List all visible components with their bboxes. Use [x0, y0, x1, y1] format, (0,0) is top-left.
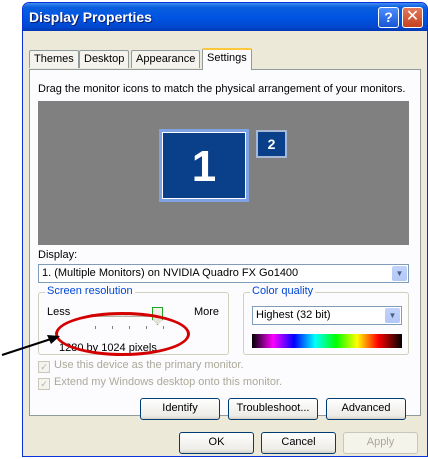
primary-monitor-checkbox-row[interactable]: ✓ Use this device as the primary monitor. [38, 359, 244, 373]
extend-desktop-checkbox-row[interactable]: ✓ Extend my Windows desktop onto this mon… [38, 376, 282, 390]
color-quality-select[interactable]: Highest (32 bit) ▼ [252, 306, 402, 325]
color-spectrum-bar [252, 334, 402, 348]
display-select-value: 1. (Multiple Monitors) on NVIDIA Quadro … [42, 267, 299, 279]
tab-desktop[interactable]: Desktop [79, 50, 130, 68]
color-quality-value: Highest (32 bit) [256, 309, 331, 321]
display-properties-window: Display Properties ? ✕ Themes Desktop Ap… [22, 2, 428, 457]
chevron-down-icon[interactable]: ▼ [385, 308, 400, 323]
monitor-1-icon[interactable]: 1 [159, 129, 249, 202]
tab-appearance[interactable]: Appearance [131, 50, 201, 68]
color-quality-legend: Color quality [250, 285, 316, 297]
monitor-2-icon[interactable]: 2 [256, 130, 287, 158]
screen-resolution-group: Screen resolution Less More 1280 by 1024… [38, 285, 229, 355]
extend-desktop-label: Extend my Windows desktop onto this moni… [54, 376, 283, 388]
monitor-arrangement-area[interactable]: 1 2 [38, 101, 409, 245]
resolution-value: 1280 by 1024 pixels [59, 342, 157, 354]
extend-desktop-checkbox[interactable]: ✓ [38, 378, 50, 390]
advanced-button[interactable]: Advanced [326, 398, 406, 420]
slider-ticks [95, 326, 165, 329]
chevron-down-icon[interactable]: ▼ [392, 266, 407, 281]
settings-panel: Drag the monitor icons to match the phys… [29, 69, 421, 420]
help-button[interactable]: ? [378, 7, 399, 28]
screen-resolution-legend: Screen resolution [45, 285, 135, 297]
cancel-button[interactable]: Cancel [261, 432, 336, 454]
resolution-slider-thumb[interactable] [152, 307, 163, 325]
tab-settings[interactable]: Settings [202, 48, 252, 70]
resolution-slider-track[interactable] [91, 314, 161, 317]
window-title: Display Properties [29, 9, 152, 25]
display-label: Display: [38, 249, 78, 261]
close-button[interactable]: ✕ [402, 7, 423, 28]
instruction-text: Drag the monitor icons to match the phys… [38, 83, 406, 95]
title-bar[interactable]: Display Properties ? ✕ [23, 3, 427, 31]
primary-monitor-checkbox[interactable]: ✓ [38, 361, 50, 373]
monitor-1-label: 1 [162, 132, 246, 199]
more-label: More [193, 306, 219, 318]
ok-button[interactable]: OK [179, 432, 254, 454]
less-label: Less [47, 306, 71, 318]
tab-themes[interactable]: Themes [29, 50, 79, 68]
apply-button[interactable]: Apply [343, 432, 418, 454]
identify-button[interactable]: Identify [140, 398, 220, 420]
display-select[interactable]: 1. (Multiple Monitors) on NVIDIA Quadro … [38, 264, 409, 283]
color-quality-group: Color quality Highest (32 bit) ▼ [243, 285, 409, 355]
troubleshoot-button[interactable]: Troubleshoot... [228, 398, 318, 420]
primary-monitor-label: Use this device as the primary monitor. [54, 359, 244, 371]
